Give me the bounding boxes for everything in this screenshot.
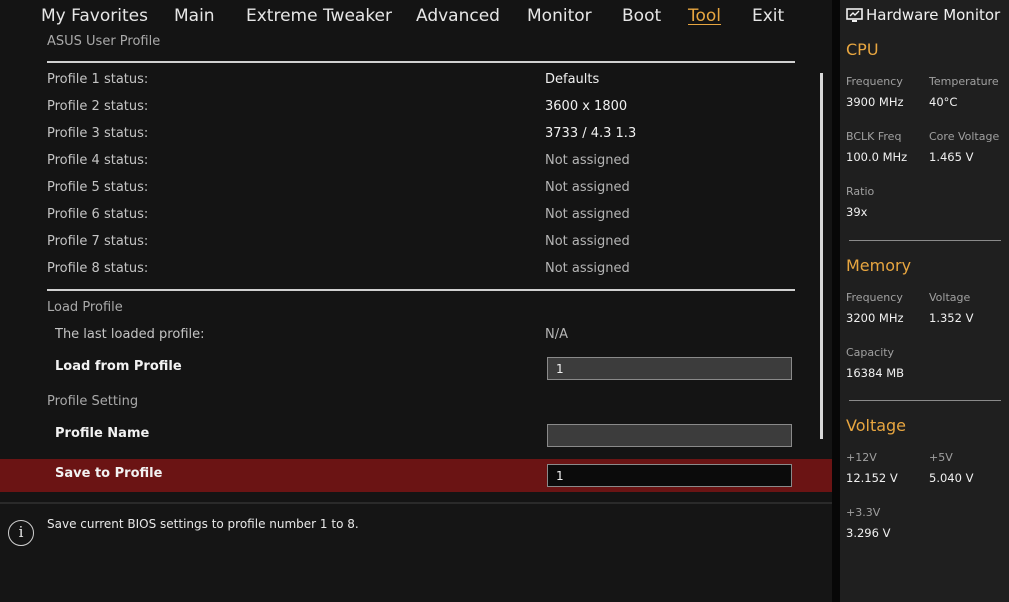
profile-1-label: Profile 1 status: (47, 72, 149, 87)
profile-8-label: Profile 8 status: (47, 261, 149, 276)
memory-voltage-label: Voltage (929, 291, 971, 304)
memory-frequency-label: Frequency (846, 291, 903, 304)
hardware-monitor-title: Hardware Monitor (846, 6, 1000, 24)
menu-boot[interactable]: Boot (622, 6, 661, 26)
save-to-profile-input[interactable]: 1 (547, 464, 792, 487)
info-icon: i (8, 520, 34, 546)
top-menu-bar: My Favorites Main Extreme Tweaker Advanc… (0, 0, 832, 33)
cpu-frequency-value: 3900 MHz (846, 95, 904, 109)
section-divider (47, 61, 795, 63)
ratio-value: 39x (846, 205, 868, 219)
bclk-freq-label: BCLK Freq (846, 130, 902, 143)
hardware-monitor-title-text: Hardware Monitor (866, 6, 1001, 24)
hw-divider (849, 240, 1001, 241)
menu-my-favorites[interactable]: My Favorites (41, 6, 148, 26)
profile-8-status: Not assigned (545, 261, 630, 276)
v33-label: +3.3V (846, 506, 881, 519)
menu-exit[interactable]: Exit (752, 6, 784, 26)
bclk-freq-value: 100.0 MHz (846, 150, 908, 164)
memory-voltage-value: 1.352 V (929, 311, 974, 325)
scrollbar[interactable] (820, 73, 823, 439)
v12-value: 12.152 V (846, 471, 898, 485)
profile-3-status: 3733 / 4.3 1.3 (545, 126, 637, 141)
cpu-frequency-label: Frequency (846, 75, 903, 88)
last-loaded-profile-label: The last loaded profile: (55, 327, 205, 342)
profile-5-status: Not assigned (545, 180, 630, 195)
memory-frequency-value: 3200 MHz (846, 311, 904, 325)
profile-3-label: Profile 3 status: (47, 126, 149, 141)
menu-extreme-tweaker[interactable]: Extreme Tweaker (246, 6, 392, 26)
v33-value: 3.296 V (846, 526, 891, 540)
cpu-temperature-label: Temperature (929, 75, 999, 88)
core-voltage-label: Core Voltage (929, 130, 1000, 143)
voltage-section-title: Voltage (846, 416, 907, 435)
profile-2-status: 3600 x 1800 (545, 99, 628, 114)
save-to-profile-row[interactable]: Save to Profile 1 (0, 459, 832, 492)
ratio-label: Ratio (846, 185, 875, 198)
profile-5-label: Profile 5 status: (47, 180, 149, 195)
load-from-profile-label: Load from Profile (55, 359, 182, 374)
section-title-load-profile: Load Profile (47, 300, 123, 315)
menu-main[interactable]: Main (174, 6, 215, 26)
memory-section-title: Memory (846, 256, 912, 275)
profile-7-label: Profile 7 status: (47, 234, 149, 249)
v5-label: +5V (929, 451, 953, 464)
profile-name-input[interactable] (547, 424, 792, 447)
help-text: Save current BIOS settings to profile nu… (47, 517, 359, 531)
cpu-section-title: CPU (846, 40, 879, 59)
help-panel: i Save current BIOS settings to profile … (0, 502, 832, 602)
v5-value: 5.040 V (929, 471, 974, 485)
last-loaded-profile-value: N/A (545, 327, 568, 342)
save-to-profile-label: Save to Profile (55, 466, 163, 481)
section-title-user-profile: ASUS User Profile (47, 34, 161, 49)
profile-7-status: Not assigned (545, 234, 630, 249)
profile-6-status: Not assigned (545, 207, 630, 222)
settings-panel: ASUS User Profile Profile 1 status: Defa… (0, 33, 832, 493)
hardware-monitor-panel: Hardware Monitor CPU Frequency Temperatu… (840, 0, 1009, 602)
panel-divider (832, 0, 840, 602)
cpu-temperature-value: 40°C (929, 95, 958, 109)
monitor-icon (846, 8, 863, 22)
menu-advanced[interactable]: Advanced (416, 6, 500, 26)
section-divider (47, 289, 795, 291)
menu-tool[interactable]: Tool (688, 6, 721, 26)
profile-2-label: Profile 2 status: (47, 99, 149, 114)
profile-name-label: Profile Name (55, 426, 150, 441)
memory-capacity-value: 16384 MB (846, 366, 905, 380)
profile-4-status: Not assigned (545, 153, 630, 168)
profile-1-status: Defaults (545, 72, 600, 87)
memory-capacity-label: Capacity (846, 346, 895, 359)
load-from-profile-input[interactable]: 1 (547, 357, 792, 380)
profile-6-label: Profile 6 status: (47, 207, 149, 222)
menu-monitor[interactable]: Monitor (527, 6, 592, 26)
v12-label: +12V (846, 451, 877, 464)
section-title-profile-setting: Profile Setting (47, 394, 139, 409)
core-voltage-value: 1.465 V (929, 150, 974, 164)
hw-divider (849, 400, 1001, 401)
profile-4-label: Profile 4 status: (47, 153, 149, 168)
